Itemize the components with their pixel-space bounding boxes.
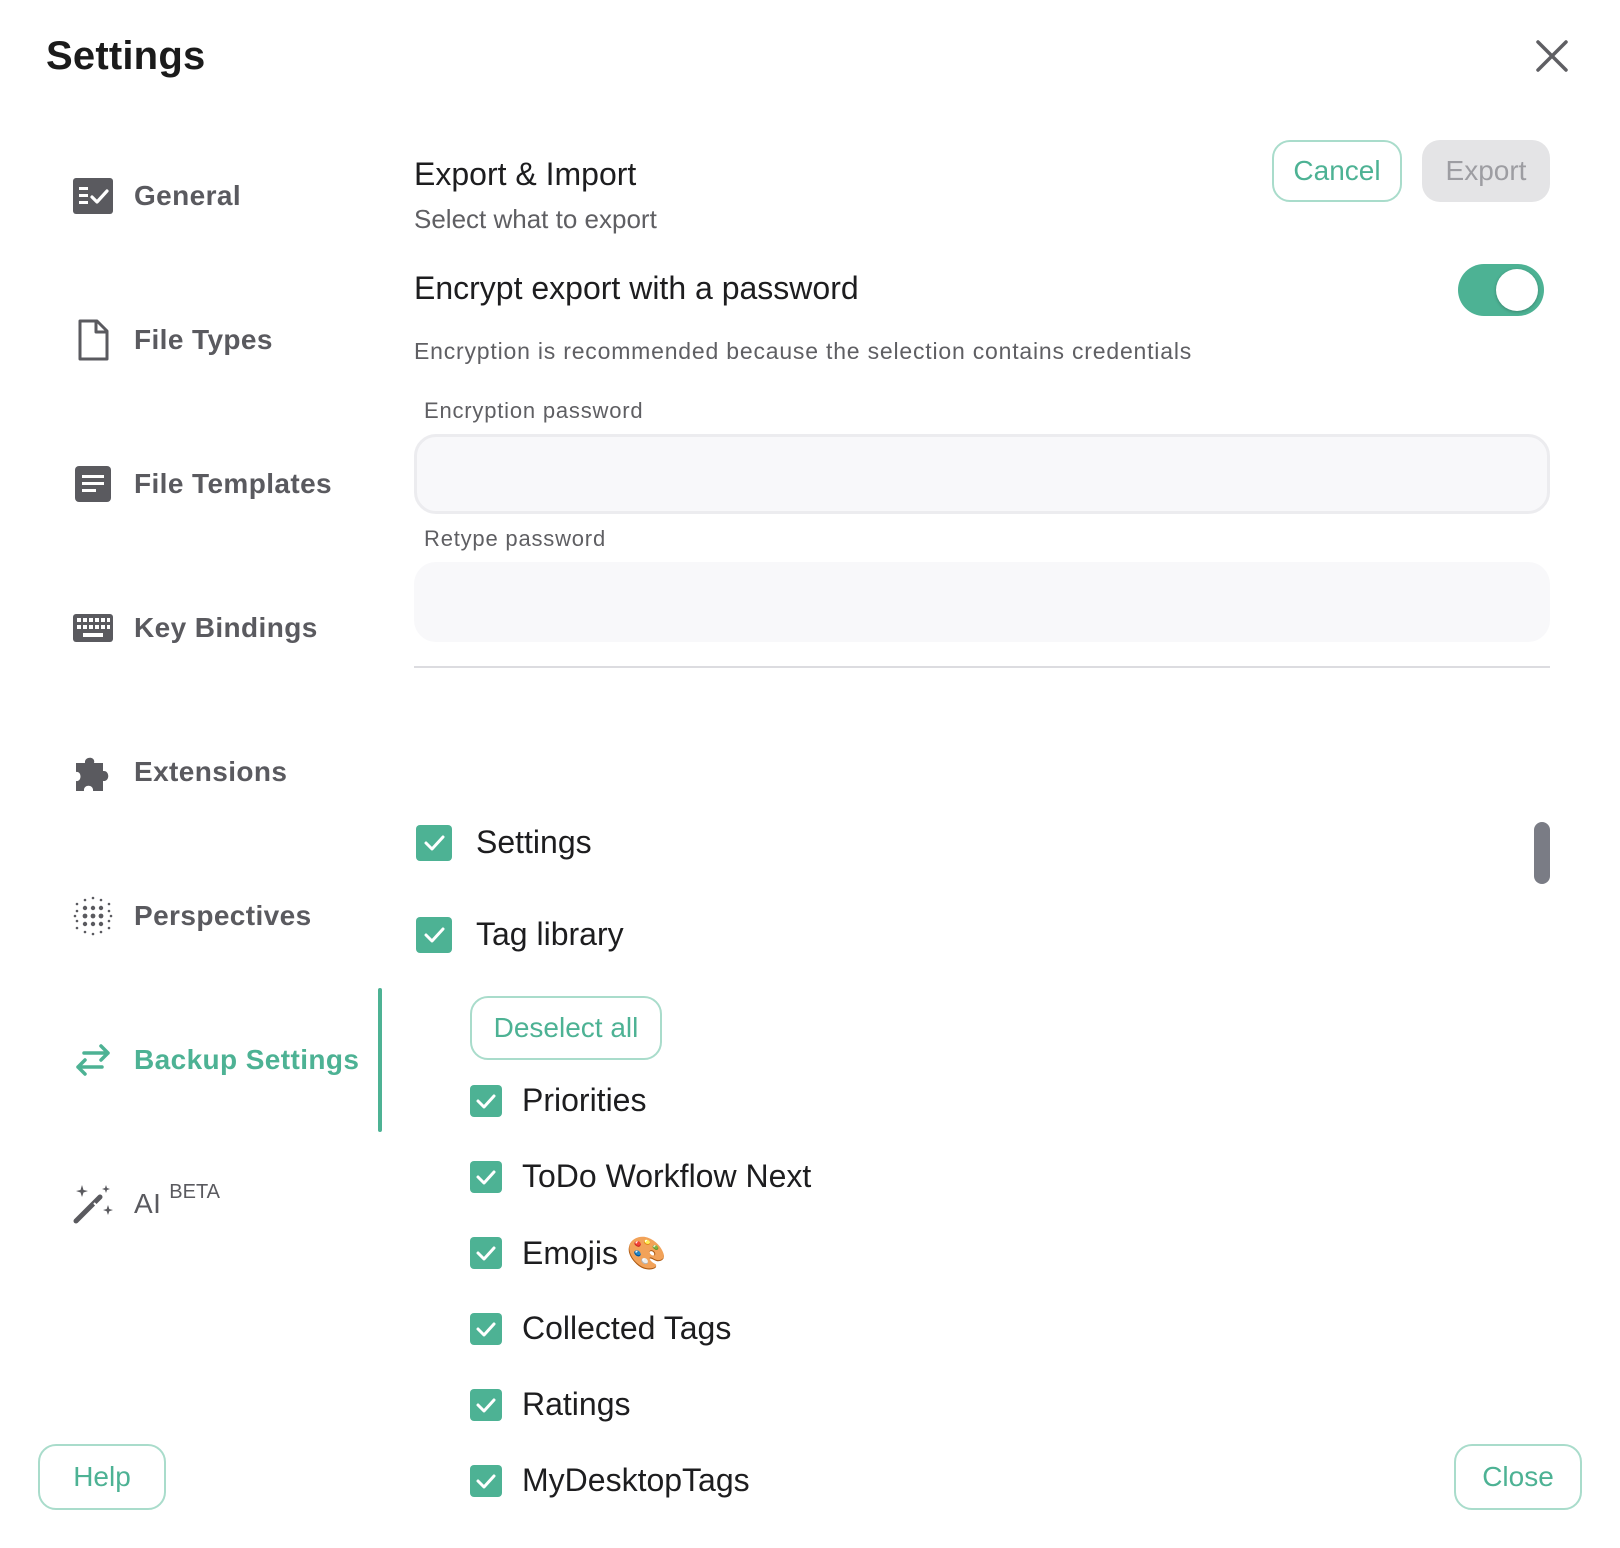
tag-group-label: ToDo Workflow Next [522, 1158, 812, 1194]
encryption-note: Encryption is recommended because the se… [414, 338, 1193, 364]
export-item-settings[interactable]: Settings [416, 824, 592, 861]
file-icon [72, 319, 114, 361]
magic-wand-icon [72, 1183, 114, 1225]
toggle-knob [1496, 269, 1538, 311]
swap-arrows-icon [72, 1039, 114, 1081]
help-button[interactable]: Help [38, 1444, 166, 1510]
password-field-box [414, 434, 1550, 514]
tag-group-item[interactable]: ToDo Workflow Next [470, 1158, 811, 1195]
document-icon [72, 463, 114, 505]
retype-field-box [414, 562, 1550, 642]
tag-group-item[interactable]: Collected Tags [470, 1310, 731, 1347]
password-field[interactable] [417, 437, 1547, 511]
export-button[interactable]: Export [1422, 140, 1550, 202]
tag-group-label: Priorities [522, 1082, 647, 1118]
sidebar-item-perspectives[interactable]: Perspectives [72, 886, 372, 946]
sidebar-item-label: File Types [134, 324, 273, 355]
checkbox-checked-icon[interactable] [416, 916, 452, 953]
checkbox-checked-icon[interactable] [470, 1160, 502, 1193]
cancel-button[interactable]: Cancel [1272, 140, 1402, 202]
tag-group-item[interactable]: MyDesktopTags [470, 1462, 750, 1499]
active-indicator [378, 988, 382, 1132]
sidebar-item-label: Extensions [134, 756, 288, 787]
export-item-label: Tag library [476, 916, 624, 952]
sidebar-item-label: General [134, 180, 242, 211]
tag-group-label: Ratings [522, 1386, 631, 1422]
sidebar-item-label: AI [134, 1188, 162, 1219]
close-button[interactable]: Close [1454, 1444, 1582, 1510]
sidebar-item-file-types[interactable]: File Types [72, 310, 372, 370]
dialog-title: Settings [46, 34, 206, 78]
retype-label: Retype password [424, 526, 606, 551]
deselect-all-button[interactable]: Deselect all [470, 996, 662, 1060]
sidebar-item-label: Backup Settings [134, 1044, 360, 1075]
sidebar-item-label: Perspectives [134, 900, 312, 931]
sidebar-item-file-templates[interactable]: File Templates [72, 454, 372, 514]
tag-group-label: Collected Tags [522, 1310, 732, 1346]
divider [414, 666, 1550, 668]
export-selection-list: Settings Tag library Deselect all Priori… [414, 676, 1550, 1500]
beta-badge: BETA [169, 1180, 221, 1203]
sidebar-item-general[interactable]: General [72, 166, 372, 226]
encrypt-toggle[interactable] [1458, 264, 1544, 316]
sidebar-item-ai[interactable]: AI BETA [72, 1174, 372, 1234]
checkbox-checked-icon[interactable] [470, 1464, 502, 1497]
checklist-icon [72, 175, 114, 217]
tag-group-item[interactable]: Priorities [470, 1082, 646, 1119]
sidebar-item-backup-settings[interactable]: Backup Settings [72, 1030, 372, 1090]
checkbox-checked-icon[interactable] [470, 1237, 502, 1269]
section-title: Export & Import [414, 156, 637, 192]
close-icon[interactable] [1528, 32, 1576, 80]
retype-password-field[interactable] [414, 562, 1550, 642]
checkbox-checked-icon[interactable] [416, 824, 452, 861]
sidebar-item-extensions[interactable]: Extensions [72, 742, 372, 802]
checkbox-checked-icon[interactable] [470, 1312, 502, 1345]
export-item-tag-library[interactable]: Tag library [416, 916, 624, 953]
keyboard-icon [72, 607, 114, 649]
tag-group-item[interactable]: Emojis 🎨 [470, 1234, 667, 1272]
sidebar-item-key-bindings[interactable]: Key Bindings [72, 598, 372, 658]
settings-dialog: Settings General File Types File Templat… [0, 0, 1620, 1548]
section-subtitle: Select what to export [414, 204, 657, 234]
tag-group-item[interactable]: Ratings [470, 1386, 631, 1423]
password-label: Encryption password [424, 398, 644, 423]
encrypt-label: Encrypt export with a password [414, 270, 859, 306]
checkbox-checked-icon[interactable] [470, 1084, 502, 1117]
checkbox-checked-icon[interactable] [470, 1388, 502, 1421]
puzzle-icon [72, 751, 114, 793]
dots-grid-icon [72, 895, 114, 937]
tag-group-label: Emojis 🎨 [522, 1235, 667, 1271]
scrollbar-thumb[interactable] [1534, 822, 1550, 884]
sidebar-item-label: File Templates [134, 468, 333, 499]
sidebar-item-label: Key Bindings [134, 612, 318, 643]
export-item-label: Settings [476, 824, 592, 860]
tag-group-label: MyDesktopTags [522, 1462, 750, 1498]
